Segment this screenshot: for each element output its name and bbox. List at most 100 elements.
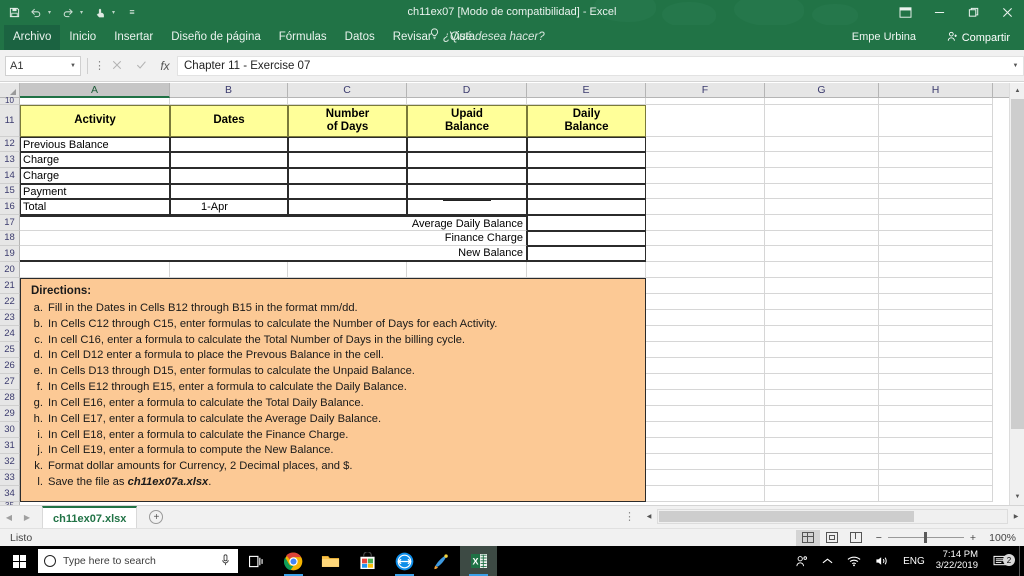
formula-input[interactable]: Chapter 11 - Exercise 07 bbox=[177, 55, 1008, 76]
cell-F31[interactable] bbox=[646, 438, 765, 454]
hscroll-left-icon[interactable]: ◀ bbox=[641, 509, 657, 524]
cell-E15[interactable] bbox=[527, 184, 646, 199]
task-view-icon[interactable] bbox=[238, 546, 275, 576]
column-header-e[interactable]: E bbox=[527, 83, 646, 98]
cell-F10[interactable] bbox=[646, 98, 765, 105]
row-header-22[interactable]: 22 bbox=[0, 294, 20, 310]
cell-H13[interactable] bbox=[879, 152, 993, 168]
cell-D13[interactable] bbox=[407, 152, 527, 168]
cell-A20[interactable] bbox=[20, 262, 170, 278]
next-sheet-icon[interactable]: ▶ bbox=[18, 513, 36, 522]
cell-A18[interactable] bbox=[20, 231, 170, 246]
cell-H12[interactable] bbox=[879, 137, 993, 152]
row-header-14[interactable]: 14 bbox=[0, 168, 20, 184]
cell-D18[interactable]: Finance Charge bbox=[407, 231, 527, 246]
page-break-preview-button[interactable] bbox=[844, 530, 868, 546]
cell-F15[interactable] bbox=[646, 184, 765, 199]
cell-H22[interactable] bbox=[879, 294, 993, 310]
cell-H31[interactable] bbox=[879, 438, 993, 454]
cell-C19[interactable] bbox=[288, 246, 407, 262]
cell-B20[interactable] bbox=[170, 262, 288, 278]
cell-F24[interactable] bbox=[646, 326, 765, 342]
cell-F17[interactable] bbox=[646, 215, 765, 231]
cell-G33[interactable] bbox=[765, 470, 879, 486]
cell-G14[interactable] bbox=[765, 168, 879, 184]
column-header-a[interactable]: A bbox=[20, 83, 170, 98]
cell-G10[interactable] bbox=[765, 98, 879, 105]
cell-D16[interactable] bbox=[407, 199, 527, 215]
row-header-16[interactable]: 16 bbox=[0, 199, 20, 215]
tell-me-search[interactable]: ¿Qué desea hacer? bbox=[430, 25, 545, 50]
row-header-11[interactable]: 11 bbox=[0, 105, 20, 137]
confirm-entry-icon[interactable] bbox=[129, 59, 153, 73]
microsoft-store-icon[interactable] bbox=[349, 546, 386, 576]
cell-F20[interactable] bbox=[646, 262, 765, 278]
row-header-27[interactable]: 27 bbox=[0, 374, 20, 390]
cell-H15[interactable] bbox=[879, 184, 993, 199]
cell-B15[interactable] bbox=[170, 184, 288, 199]
cell-G26[interactable] bbox=[765, 358, 879, 374]
cell-F14[interactable] bbox=[646, 168, 765, 184]
row-header-25[interactable]: 25 bbox=[0, 342, 20, 358]
cell-E12[interactable] bbox=[527, 137, 646, 152]
cell-F19[interactable] bbox=[646, 246, 765, 262]
cell-H21[interactable] bbox=[879, 278, 993, 294]
hscroll-right-icon[interactable]: ▶ bbox=[1008, 509, 1024, 524]
row-header-24[interactable]: 24 bbox=[0, 326, 20, 342]
cell-H18[interactable] bbox=[879, 231, 993, 246]
cell-E16[interactable] bbox=[527, 199, 646, 215]
cell-F11[interactable] bbox=[646, 105, 765, 137]
cell-G22[interactable] bbox=[765, 294, 879, 310]
zoom-out-button[interactable]: − bbox=[876, 532, 882, 544]
microphone-icon[interactable] bbox=[221, 553, 230, 569]
teamviewer-icon[interactable] bbox=[386, 546, 423, 576]
row-header-18[interactable]: 18 bbox=[0, 231, 20, 246]
insert-function-icon[interactable]: fx bbox=[153, 59, 177, 73]
cell-H19[interactable] bbox=[879, 246, 993, 262]
cell-F30[interactable] bbox=[646, 422, 765, 438]
cell-G18[interactable] bbox=[765, 231, 879, 246]
cell-B16[interactable]: 1-Apr bbox=[170, 199, 288, 215]
cell-D19[interactable]: New Balance bbox=[407, 246, 527, 262]
minimize-button[interactable] bbox=[922, 0, 956, 25]
column-header-h[interactable]: H bbox=[879, 83, 993, 98]
ribbon-display-options-icon[interactable] bbox=[888, 0, 922, 25]
row-header-30[interactable]: 30 bbox=[0, 422, 20, 438]
cell-G31[interactable] bbox=[765, 438, 879, 454]
zoom-handle[interactable] bbox=[923, 532, 927, 543]
cell-A16[interactable]: Total bbox=[20, 199, 170, 215]
cell-G24[interactable] bbox=[765, 326, 879, 342]
cell-G19[interactable] bbox=[765, 246, 879, 262]
vertical-scroll-thumb[interactable] bbox=[1011, 99, 1024, 429]
sheet-tab-ch11ex07[interactable]: ch11ex07.xlsx bbox=[42, 506, 138, 528]
cell-G27[interactable] bbox=[765, 374, 879, 390]
cancel-entry-icon[interactable] bbox=[105, 59, 129, 73]
cell-G13[interactable] bbox=[765, 152, 879, 168]
cell-B12[interactable] bbox=[170, 137, 288, 152]
show-desktop-button[interactable] bbox=[1019, 546, 1024, 576]
row-header-23[interactable]: 23 bbox=[0, 310, 20, 326]
cell-H25[interactable] bbox=[879, 342, 993, 358]
cell-H29[interactable] bbox=[879, 406, 993, 422]
volume-icon[interactable] bbox=[868, 555, 896, 567]
column-header-g[interactable]: G bbox=[765, 83, 879, 98]
cell-H17[interactable] bbox=[879, 215, 993, 231]
cell-H32[interactable] bbox=[879, 454, 993, 470]
cell-A19[interactable] bbox=[20, 246, 170, 262]
cell-D15[interactable] bbox=[407, 184, 527, 199]
tab-insertar[interactable]: Insertar bbox=[105, 25, 162, 50]
cell-B17[interactable] bbox=[170, 215, 288, 231]
cell-B10[interactable] bbox=[170, 98, 288, 105]
cell-C12[interactable] bbox=[288, 137, 407, 152]
column-header-b[interactable]: B bbox=[170, 83, 288, 98]
network-icon[interactable] bbox=[840, 555, 868, 567]
cell-C18[interactable] bbox=[288, 231, 407, 246]
row-header-20[interactable]: 20 bbox=[0, 262, 20, 278]
cell-B13[interactable] bbox=[170, 152, 288, 168]
tab-formulas[interactable]: Fórmulas bbox=[270, 25, 336, 50]
people-icon[interactable] bbox=[788, 555, 815, 568]
cell-F27[interactable] bbox=[646, 374, 765, 390]
cell-C11-number-of-days-header[interactable]: Number of Days bbox=[288, 105, 407, 137]
share-button[interactable]: Compartir bbox=[939, 28, 1018, 47]
cell-G23[interactable] bbox=[765, 310, 879, 326]
